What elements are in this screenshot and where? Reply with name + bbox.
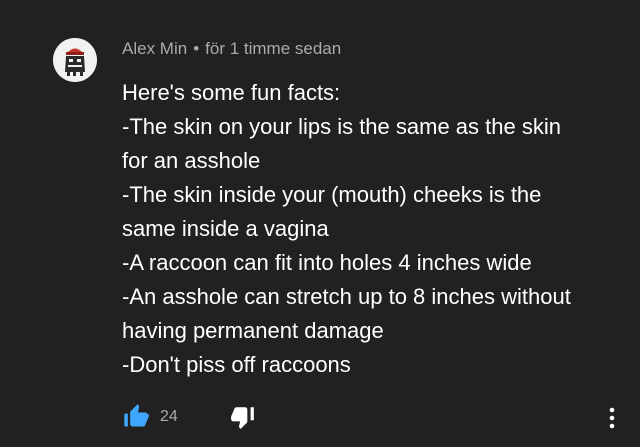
comment-header: Alex Min • för 1 timme sedan bbox=[122, 38, 341, 60]
comment-line: having permanent damage bbox=[122, 318, 384, 343]
more-vertical-icon bbox=[609, 407, 615, 429]
like-button[interactable] bbox=[122, 402, 150, 430]
separator-dot: • bbox=[193, 39, 200, 58]
dislike-button[interactable] bbox=[230, 404, 258, 432]
author-name[interactable]: Alex Min bbox=[122, 39, 187, 58]
thumbs-down-icon bbox=[231, 407, 254, 429]
comment-line: -The skin inside your (mouth) cheeks is … bbox=[122, 182, 542, 207]
comment-line: same inside a vagina bbox=[122, 216, 329, 241]
comment-actions: 24 bbox=[122, 402, 622, 432]
like-count: 24 bbox=[160, 408, 178, 425]
comment-line: for an asshole bbox=[122, 148, 261, 173]
thumbs-up-icon bbox=[124, 404, 149, 427]
more-options-button[interactable] bbox=[602, 404, 622, 432]
avatar-image bbox=[53, 38, 97, 82]
comment-line: -The skin on your lips is the same as th… bbox=[122, 114, 561, 139]
comment-line: Here's some fun facts: bbox=[122, 80, 341, 105]
timestamp[interactable]: för 1 timme sedan bbox=[205, 39, 341, 58]
comment-line: -A raccoon can fit into holes 4 inches w… bbox=[122, 250, 532, 275]
comment: Alex Min • för 1 timme sedan Here's some f… bbox=[0, 0, 640, 447]
comment-text: Here's some fun facts: -The skin on your… bbox=[122, 76, 622, 382]
avatar[interactable] bbox=[53, 38, 97, 82]
comment-line: -Don't piss off raccoons bbox=[122, 352, 351, 377]
comment-line: -An asshole can stretch up to 8 inches w… bbox=[122, 284, 571, 309]
